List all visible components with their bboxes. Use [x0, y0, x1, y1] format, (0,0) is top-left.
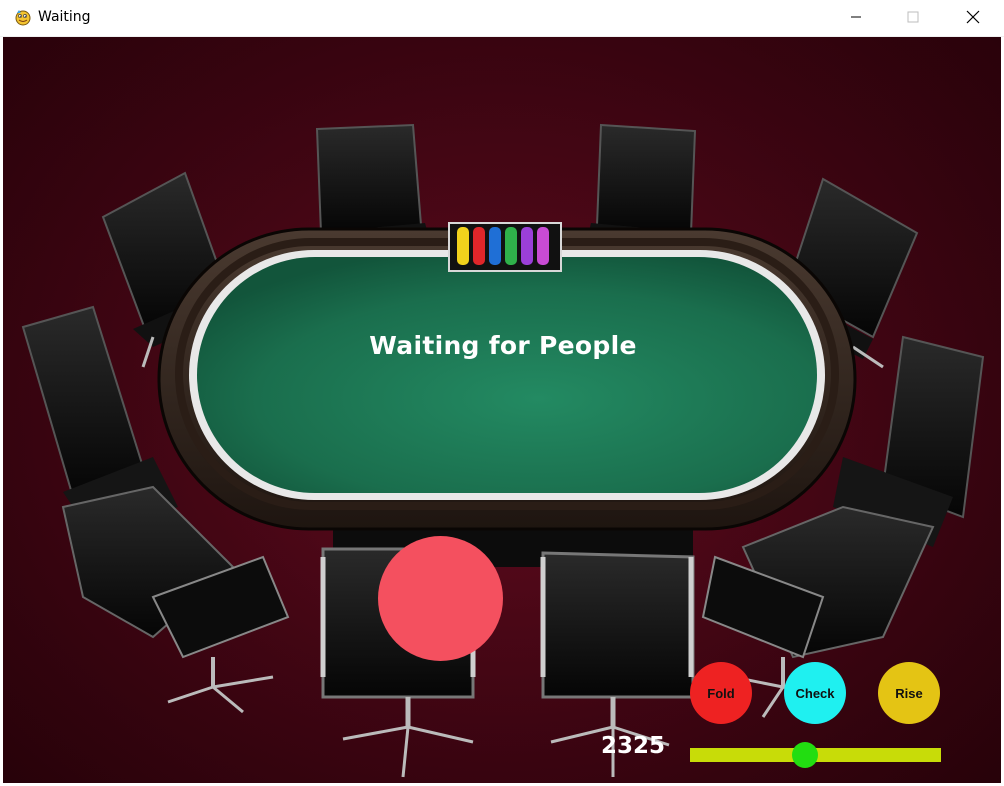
poker-table [157, 227, 857, 531]
maximize-icon [907, 11, 919, 23]
check-button[interactable]: Check [784, 662, 846, 724]
close-icon [966, 10, 980, 24]
fold-button[interactable]: Fold [690, 662, 752, 724]
player-token [378, 536, 503, 661]
chip-tray [448, 222, 562, 272]
waiting-status-text: Waiting for People [369, 331, 637, 360]
close-button[interactable] [950, 0, 996, 34]
bet-slider[interactable] [690, 742, 941, 768]
title-bar: Waiting [0, 0, 1004, 37]
bet-amount: 2325 [600, 733, 665, 759]
window-title: Waiting [38, 9, 91, 25]
maximize-button[interactable] [890, 0, 936, 34]
minimize-icon [851, 16, 861, 18]
pygame-snake-icon [15, 10, 31, 26]
poker-table-scene [3, 37, 1001, 783]
rise-button[interactable]: Rise [878, 662, 940, 724]
game-canvas: Waiting for People Fold Check Rise 2325 [3, 37, 1001, 783]
table-felt [197, 257, 817, 493]
game-window: Waiting Waiting for People Fold Check Ri… [0, 0, 1004, 786]
minimize-button[interactable] [833, 0, 879, 34]
